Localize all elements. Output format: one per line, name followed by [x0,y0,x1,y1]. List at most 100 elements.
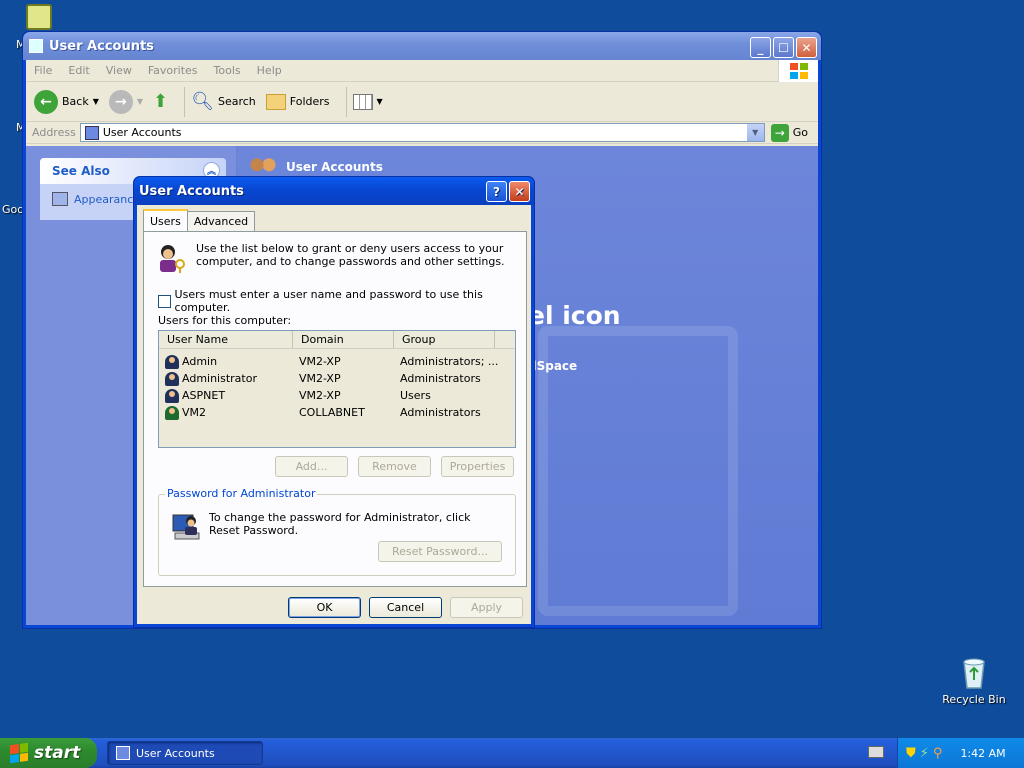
group-cell: Users [400,389,431,402]
close-button[interactable]: ✕ [796,37,817,58]
taskbar-item-user-accounts[interactable]: User Accounts [107,741,263,765]
domain-cell: VM2-XP [299,372,341,385]
chevron-down-icon[interactable]: ▼ [137,97,143,106]
user-name-cell: VM2 [182,406,207,419]
start-button[interactable]: start [0,738,97,768]
system-tray: ⛊ ⚡ ⚲ 1:42 AM [897,738,1024,768]
cancel-button[interactable]: Cancel [369,597,442,618]
add-user-button[interactable]: Add... [275,456,348,477]
dialog-titlebar[interactable]: User Accounts ? ✕ [134,177,534,205]
go-button[interactable]: → Go [765,123,818,142]
toolbar-separator [345,86,347,117]
menu-tools[interactable]: Tools [206,64,249,77]
control-panel-icon [84,125,99,140]
views-button[interactable]: ▼ [352,93,383,110]
require-login-checkbox[interactable] [158,294,171,308]
menu-view[interactable]: View [98,64,140,77]
users-icon [248,156,278,178]
table-row[interactable]: VM2 COLLABNET Administrators [159,404,515,421]
tab-strip: Users Advanced [143,209,256,231]
search-label: Search [217,95,256,108]
network-icon[interactable]: ⚡ [920,746,929,761]
address-bar: Address User Accounts ▼ → Go [26,122,818,144]
windows-flag-icon [10,742,28,764]
table-row[interactable]: ASPNET VM2-XP Users [159,387,515,404]
up-folder-button[interactable]: ⬆ [153,91,168,112]
users-list-header: User Name Domain Group [159,331,515,349]
table-row[interactable]: Administrator VM2-XP Administrators [159,370,515,387]
desktop-shortcut-icon[interactable] [26,4,52,30]
search-button[interactable]: 🔍︎ Search [191,91,256,112]
maximize-button[interactable]: ☐ [773,37,794,58]
tab-users[interactable]: Users [143,209,188,231]
apply-button[interactable]: Apply [450,597,523,618]
column-user-name[interactable]: User Name [159,331,293,348]
menu-edit[interactable]: Edit [60,64,97,77]
task-link-fragment[interactable]: dSpace [528,359,577,373]
address-input[interactable]: User Accounts ▼ [79,123,765,142]
domain-cell: VM2-XP [299,355,341,368]
domain-cell: VM2-XP [299,389,341,402]
pick-control-panel-text: el icon [528,301,621,330]
taskbar: start User Accounts ⛊ ⚡ ⚲ 1:42 AM [0,738,1024,768]
minimize-button[interactable]: _ [750,37,771,58]
password-group-text: To change the password for Administrator… [209,511,471,537]
toolbar: ← Back ▼ → ▼ ⬆ 🔍︎ Search Folders ▼ [26,82,818,122]
desktop-label-fragment[interactable]: Goo [2,203,24,216]
menu-file[interactable]: File [26,64,60,77]
reset-password-button[interactable]: Reset Password... [378,541,502,562]
taskbar-item-label: User Accounts [136,746,215,760]
column-group[interactable]: Group [394,331,495,348]
forward-arrow-icon: → [108,89,133,114]
search-icon[interactable]: ⚲ [933,746,943,761]
up-folder-icon: ⬆ [153,91,169,112]
start-label: start [34,743,81,763]
see-also-title: See Also [52,164,110,178]
computer-user-icon [172,514,200,540]
explorer-title: User Accounts [49,38,154,54]
user-accounts-heading: User Accounts [286,160,383,174]
folders-button[interactable]: Folders [265,93,330,110]
folder-icon [29,39,43,53]
appearance-icon [52,192,68,206]
address-dropdown-button[interactable]: ▼ [746,124,764,141]
users-keys-icon [160,245,185,273]
explorer-titlebar[interactable]: User Accounts [23,32,821,60]
menu-help[interactable]: Help [249,64,290,77]
user-accounts-header: User Accounts [248,156,383,178]
require-login-checkbox-row[interactable]: Users must enter a user name and passwor… [158,288,526,314]
forward-button[interactable]: → ▼ [108,89,143,114]
chevron-down-icon: ▼ [376,97,383,106]
folders-label: Folders [289,95,330,108]
users-list[interactable]: User Name Domain Group Admin VM2-XP Admi… [158,330,516,448]
tab-advanced[interactable]: Advanced [186,211,256,231]
properties-button[interactable]: Properties [441,456,514,477]
control-panel-icon [116,746,130,760]
user-icon [165,354,179,369]
menu-favorites[interactable]: Favorites [140,64,206,77]
back-arrow-icon: ← [34,89,58,114]
appearance-label: Appearance [74,192,141,206]
security-shield-icon[interactable]: ⛊ [906,746,916,761]
recycle-bin-label: Recycle Bin [942,693,1006,706]
chevron-down-icon[interactable]: ▼ [93,97,99,106]
keyboard-icon[interactable] [868,746,884,758]
user-name-cell: Administrator [182,372,257,385]
table-row[interactable]: Admin VM2-XP Administrators; ... [159,353,515,370]
users-tab-panel: Use the list below to grant or deny user… [143,231,527,587]
back-button[interactable]: ← Back ▼ [34,89,99,114]
go-label: Go [792,126,808,139]
require-login-label: Users must enter a user name and passwor… [174,288,483,314]
go-arrow-icon: → [770,123,789,142]
user-icon [165,388,179,403]
remove-user-button[interactable]: Remove [358,456,431,477]
recycle-bin[interactable]: Recycle Bin [940,656,1008,706]
column-domain[interactable]: Domain [293,331,394,348]
ok-button[interactable]: OK [288,597,361,618]
dialog-close-button[interactable]: ✕ [509,181,530,202]
views-grid-icon [352,93,373,110]
user-accounts-dialog: User Accounts ? ✕ Users Advanced Use the… [133,176,535,628]
menu-bar: File Edit View Favorites Tools Help [26,60,818,82]
clock[interactable]: 1:42 AM [960,747,1005,760]
help-button[interactable]: ? [486,181,507,202]
